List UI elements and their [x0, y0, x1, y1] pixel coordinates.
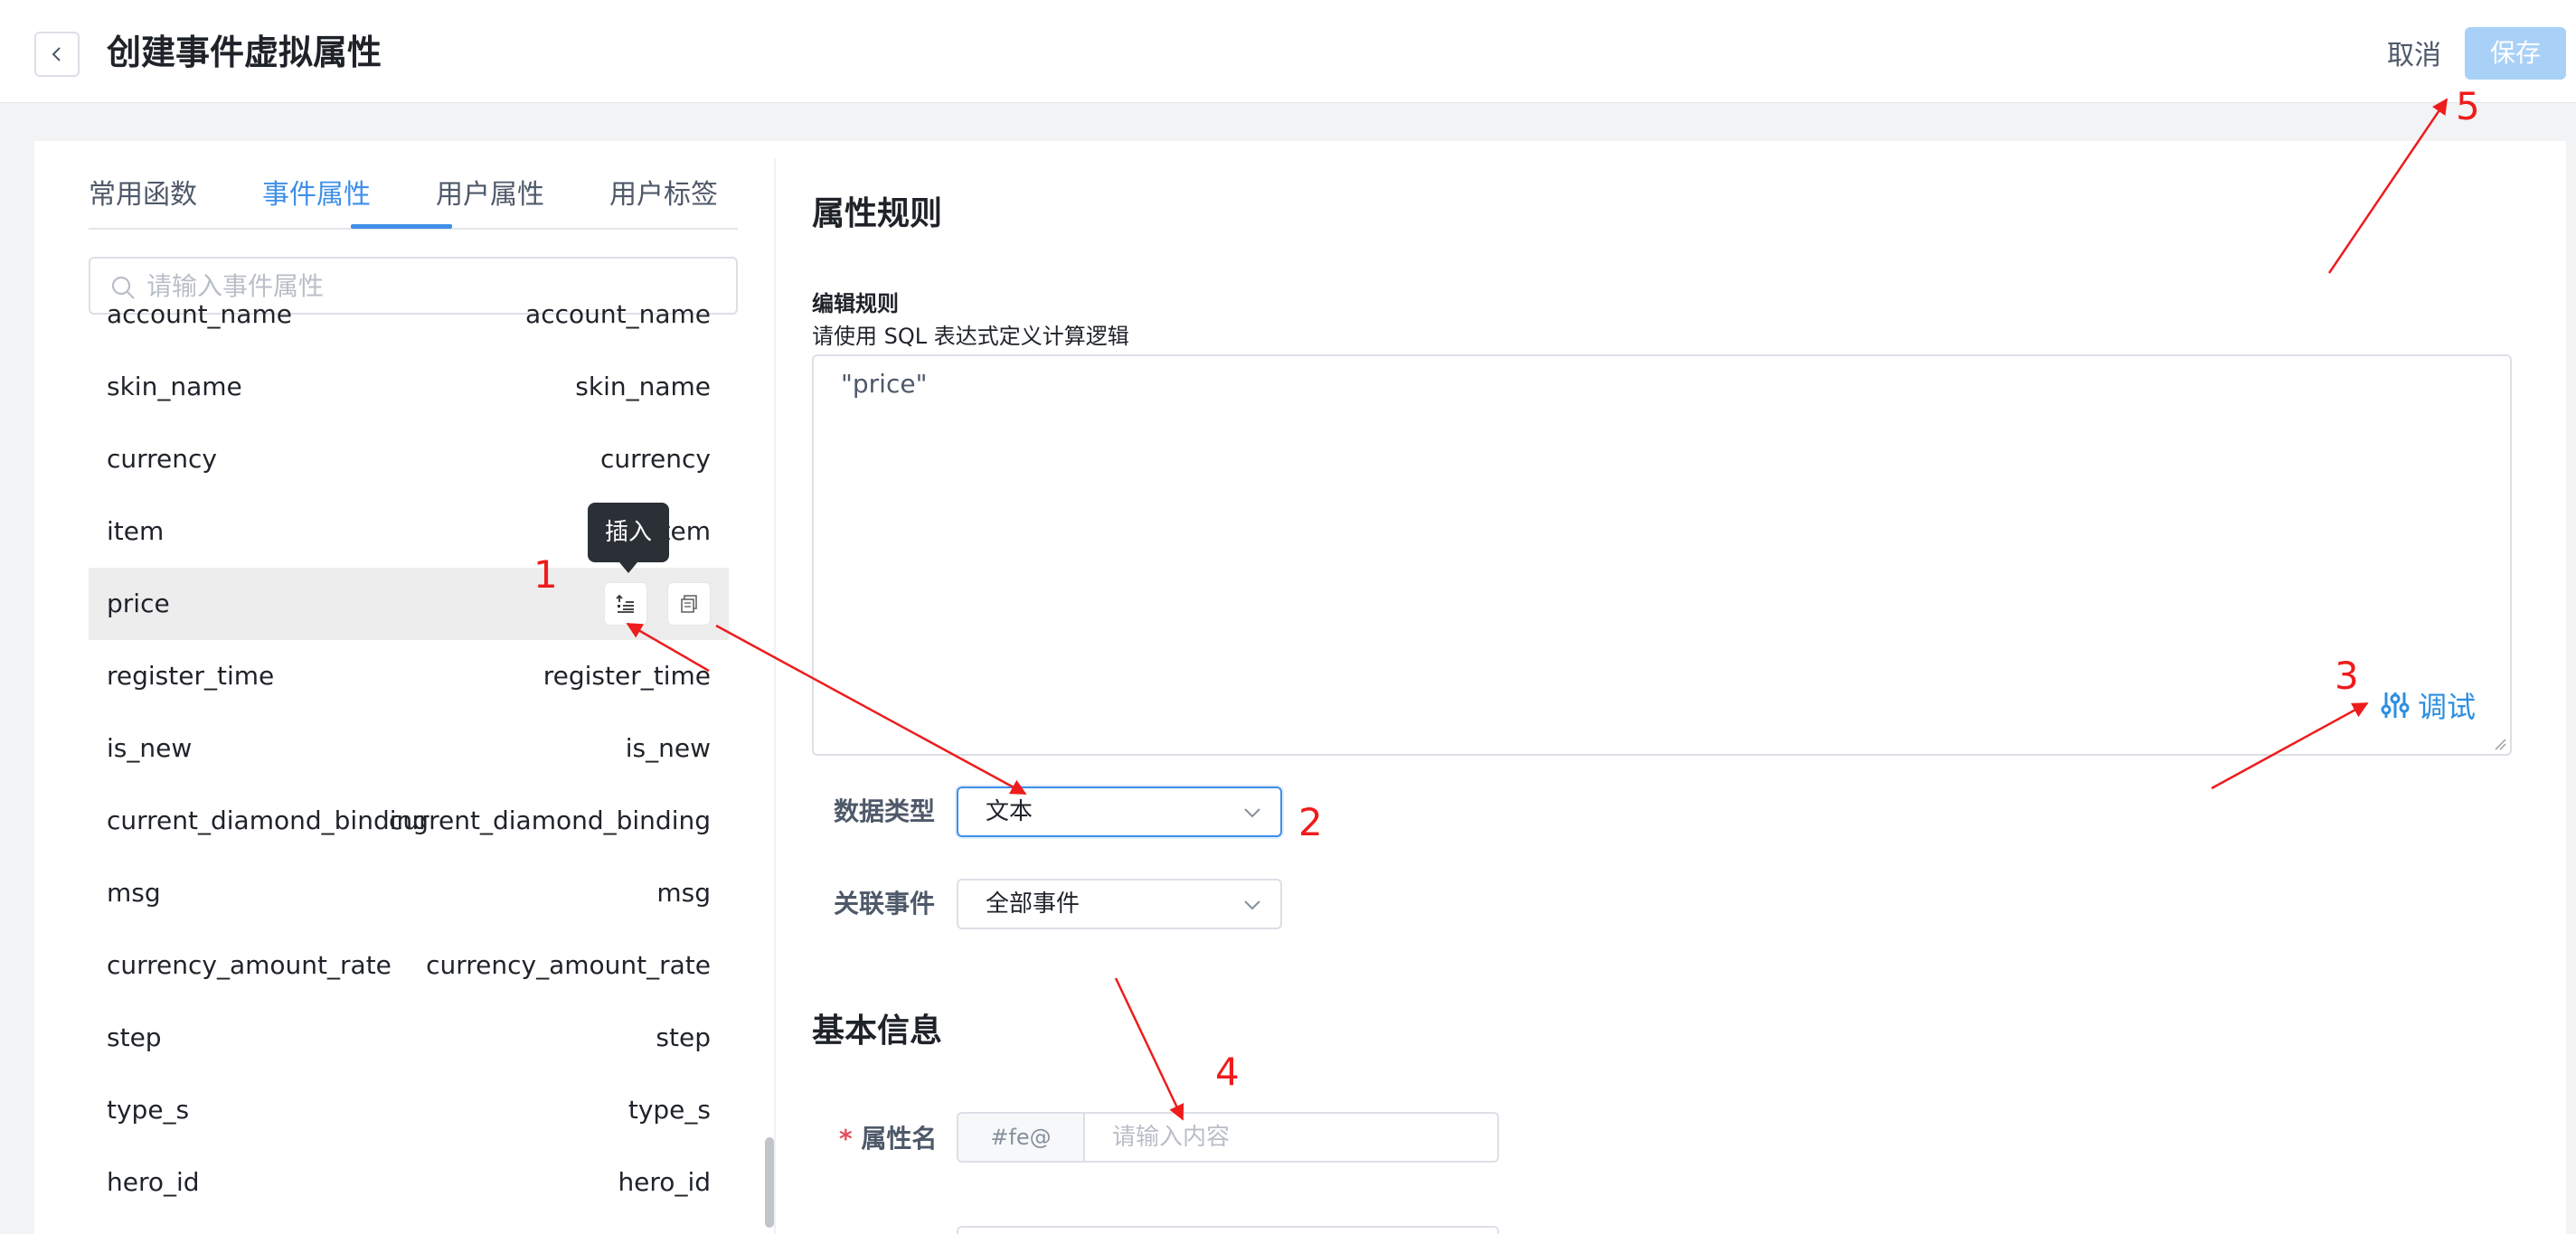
list-item[interactable]: msg msg [89, 857, 729, 929]
list-item[interactable]: type_s type_s [89, 1074, 729, 1146]
list-item[interactable]: hero_id hero_id [89, 1146, 729, 1219]
basic-info-section-title: 基本信息 [812, 1013, 943, 1050]
chevron-down-icon [1244, 808, 1260, 818]
property-name-label-text: 属性名 [861, 1124, 938, 1154]
debug-label: 调试 [2418, 690, 2477, 724]
related-event-select[interactable]: 全部事件 [957, 879, 1282, 929]
insert-button[interactable] [604, 582, 647, 626]
tab-event-properties[interactable]: 事件属性 [262, 168, 371, 230]
property-display-name: currency [600, 444, 711, 474]
property-name: type_s [107, 1095, 190, 1125]
property-name: price [107, 589, 170, 618]
property-name-input[interactable] [1112, 1117, 1474, 1157]
debug-button[interactable]: 调试 [2380, 685, 2476, 725]
list-item[interactable]: is_new is_new [89, 712, 729, 785]
property-name-prefix: #fe@ [958, 1114, 1085, 1161]
annotation-number-4: 4 [1215, 1050, 1240, 1094]
property-name: msg [107, 878, 161, 908]
next-field-partial[interactable] [957, 1226, 1499, 1234]
annotation-number-2: 2 [1298, 800, 1323, 844]
property-name-label: * 属性名 [839, 1114, 937, 1164]
data-type-select[interactable]: 文本 [957, 787, 1282, 837]
property-name: hero_id [107, 1167, 200, 1197]
list-item[interactable]: skin_name skin_name [89, 351, 729, 423]
data-type-value: 文本 [986, 798, 1033, 825]
property-name: is_new [107, 733, 193, 763]
property-display-name: hero_id [618, 1167, 711, 1197]
chevron-down-icon [1244, 900, 1260, 910]
chevron-left-icon [52, 47, 61, 61]
top-header: 创建事件虚拟属性 取消 保存 [0, 0, 2576, 103]
property-display-name: currency_amount_rate [426, 950, 711, 980]
property-display-name: type_s [627, 1095, 711, 1125]
sql-expression-text: "price" [841, 369, 928, 399]
tab-user-properties[interactable]: 用户属性 [436, 168, 544, 230]
data-type-label: 数据类型 [834, 796, 936, 826]
copy-icon [681, 595, 697, 613]
list-item[interactable]: currency currency [89, 423, 729, 495]
property-name: currency_amount_rate [107, 950, 392, 980]
annotation-number-3: 3 [2335, 654, 2359, 698]
property-name: item [107, 516, 165, 546]
property-display-name: is_new [625, 733, 711, 763]
property-display-name: current_diamond_binding [388, 805, 711, 835]
active-tab-indicator [351, 224, 452, 229]
property-name: register_time [107, 661, 275, 691]
property-name: current_diamond_binding [107, 805, 429, 835]
sql-expression-editor[interactable]: "price" [812, 354, 2512, 756]
list-item[interactable]: current_diamond_binding current_diamond_… [89, 785, 729, 857]
property-list: account_name account_name skin_name skin… [89, 300, 729, 1234]
list-item[interactable]: register_time register_time [89, 640, 729, 712]
list-scrollbar[interactable] [765, 1137, 774, 1228]
property-display-name: skin_name [575, 372, 711, 401]
list-item[interactable]: currency_amount_rate currency_amount_rat… [89, 929, 729, 1002]
sliders-icon [2381, 692, 2410, 718]
related-event-label: 关联事件 [834, 889, 936, 918]
list-item-hovered[interactable]: price [89, 568, 729, 640]
insert-tooltip: 插入 [588, 503, 669, 573]
edit-rule-description: 请使用 SQL 表达式定义计算逻辑 [812, 324, 1129, 349]
annotation-number-1: 1 [533, 552, 558, 597]
annotation-number-5: 5 [2456, 84, 2480, 128]
required-mark: * [839, 1124, 853, 1154]
property-display-name: register_time [543, 661, 711, 691]
property-display-name: msg [656, 878, 711, 908]
property-tabs: 常用函数 事件属性 用户属性 用户标签 [89, 168, 738, 230]
tab-user-tags[interactable]: 用户标签 [609, 168, 718, 230]
save-button[interactable]: 保存 [2465, 27, 2566, 80]
related-event-value: 全部事件 [986, 890, 1080, 918]
rules-section-title: 属性规则 [812, 195, 943, 232]
cancel-button[interactable]: 取消 [2387, 34, 2441, 78]
property-name: skin_name [107, 372, 242, 401]
page-title: 创建事件虚拟属性 [107, 33, 382, 72]
property-name: currency [107, 444, 217, 474]
list-item[interactable]: step step [89, 1002, 729, 1074]
edit-rule-label: 编辑规则 [812, 291, 899, 316]
property-name: account_name [107, 300, 292, 329]
copy-button[interactable] [667, 582, 711, 626]
tab-common-functions[interactable]: 常用函数 [89, 168, 197, 230]
property-display-name: step [656, 1022, 711, 1052]
property-name: step [107, 1022, 162, 1052]
back-button[interactable] [34, 32, 80, 77]
property-name-field: #fe@ [957, 1112, 1499, 1163]
insert-icon [616, 594, 634, 613]
property-display-name: account_name [525, 300, 711, 329]
pane-divider [774, 158, 776, 1234]
list-item[interactable]: account_name account_name [89, 300, 729, 351]
search-icon [111, 276, 135, 299]
resize-grip-icon[interactable] [2494, 738, 2506, 750]
